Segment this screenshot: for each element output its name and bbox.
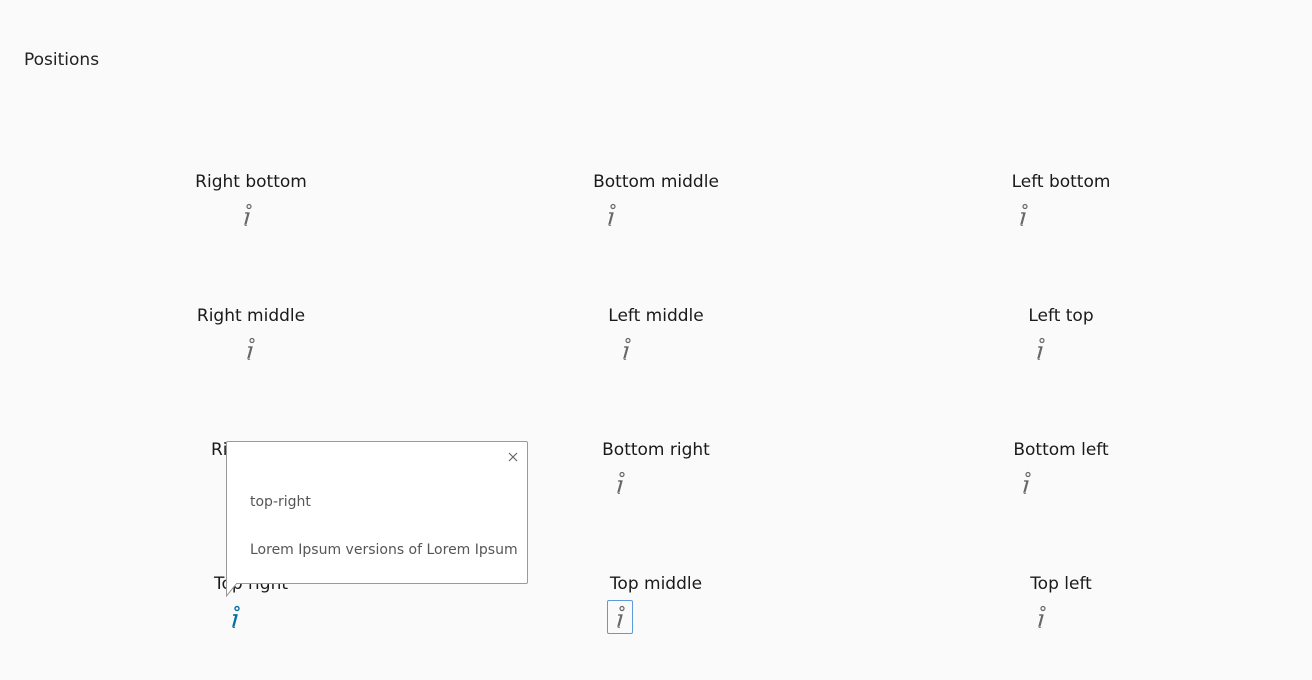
position-cell-bottom-left: Bottom left bbox=[941, 438, 1181, 498]
info-icon-button-right-bottom[interactable] bbox=[234, 198, 260, 232]
info-icon-button-top-middle[interactable] bbox=[607, 600, 633, 634]
info-icon bbox=[1038, 605, 1046, 628]
info-icon bbox=[608, 203, 616, 226]
info-icon-button-bottom-middle[interactable] bbox=[598, 198, 624, 232]
position-cell-right-middle: Right middle bbox=[131, 304, 371, 364]
info-icon-button-bottom-right[interactable] bbox=[607, 466, 633, 500]
position-cell-left-bottom: Left bottom bbox=[941, 170, 1181, 230]
position-cell-top-middle: Top middle bbox=[536, 572, 776, 634]
close-icon[interactable] bbox=[506, 450, 520, 464]
signpost-popover: top-right Lorem Ipsum versions of Lorem … bbox=[226, 441, 528, 584]
info-icon-button-left-middle[interactable] bbox=[613, 332, 639, 366]
position-label: Top middle bbox=[609, 574, 703, 594]
position-cell-bottom-middle: Bottom middle bbox=[536, 170, 776, 230]
info-icon-button-bottom-left[interactable] bbox=[1013, 466, 1039, 500]
position-label: Bottom right bbox=[602, 440, 710, 460]
position-label: Bottom middle bbox=[593, 172, 719, 192]
info-icon bbox=[1023, 471, 1031, 494]
popover-title: top-right bbox=[250, 494, 311, 510]
position-label: Bottom left bbox=[1013, 440, 1109, 460]
position-cell-left-middle: Left middle bbox=[536, 304, 776, 364]
info-icon-button-right-middle[interactable] bbox=[237, 332, 263, 366]
info-icon-button-left-bottom[interactable] bbox=[1010, 198, 1036, 232]
info-icon bbox=[1020, 203, 1028, 226]
info-icon bbox=[232, 605, 240, 629]
position-label: Left bottom bbox=[1011, 172, 1111, 192]
page-title: Positions bbox=[24, 50, 100, 70]
position-label: Left middle bbox=[608, 306, 704, 326]
position-label: Right middle bbox=[196, 306, 306, 326]
position-cell-top-left: Top left bbox=[941, 572, 1181, 632]
position-label: Top left bbox=[1030, 574, 1092, 594]
info-icon bbox=[617, 605, 625, 628]
info-icon bbox=[244, 203, 252, 226]
position-cell-left-top: Left top bbox=[941, 304, 1181, 364]
position-label: Left top bbox=[1028, 306, 1094, 326]
info-icon bbox=[623, 337, 631, 360]
info-icon bbox=[247, 337, 255, 360]
position-label: Right bottom bbox=[195, 172, 307, 192]
info-icon-button-left-top[interactable] bbox=[1027, 332, 1053, 366]
position-cell-bottom-right: Bottom right bbox=[536, 438, 776, 498]
info-icon-button-top-right[interactable] bbox=[222, 600, 248, 634]
position-cell-right-bottom: Right bottom bbox=[131, 170, 371, 230]
info-icon bbox=[1037, 337, 1045, 360]
popover-body: Lorem Ipsum versions of Lorem Ipsum bbox=[250, 542, 518, 558]
info-icon bbox=[617, 471, 625, 494]
info-icon-button-top-left[interactable] bbox=[1028, 600, 1054, 634]
popover-pointer bbox=[226, 583, 238, 597]
